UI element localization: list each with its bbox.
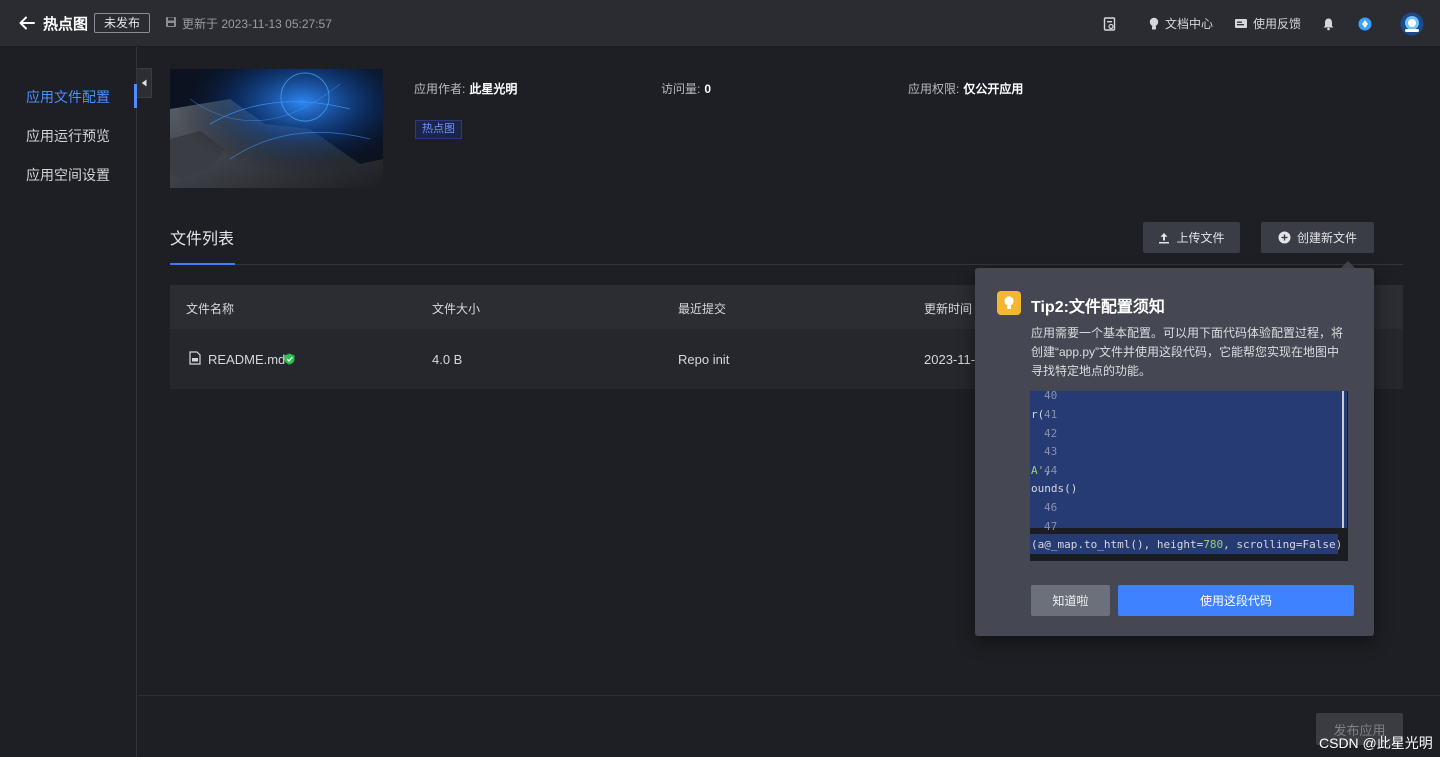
app-title: 热点图 bbox=[43, 16, 89, 33]
code-text-prefix: (a bbox=[1031, 538, 1045, 551]
tip-pointer bbox=[1341, 261, 1355, 268]
top-right-nav: 文档中心 使用反馈 bbox=[1103, 0, 1424, 47]
upload-file-button[interactable]: 上传文件 bbox=[1143, 222, 1240, 253]
code-line-number: 43 bbox=[1044, 445, 1058, 458]
tip-title: Tip2:文件配置须知 bbox=[1031, 299, 1165, 316]
lightbulb-icon bbox=[1149, 17, 1159, 29]
document-icon[interactable] bbox=[1103, 16, 1116, 31]
back-arrow-icon[interactable] bbox=[18, 14, 36, 32]
lightbulb-icon bbox=[997, 291, 1021, 315]
file-name-link[interactable]: README.md bbox=[208, 352, 285, 367]
sidebar-item-run-preview[interactable]: 应用运行预览 bbox=[26, 126, 110, 146]
sidebar: 应用文件配置 应用运行预览 应用空间设置 bbox=[0, 47, 137, 757]
visits-label: 访问量: bbox=[661, 82, 701, 96]
code-line-number: 40 bbox=[1044, 391, 1058, 402]
tip-description: 应用需要一个基本配置。可以用下面代码体验配置过程，将创建“app.py”文件并使… bbox=[1031, 326, 1344, 378]
column-header-size: 文件大小 bbox=[432, 302, 481, 316]
upload-icon bbox=[1159, 232, 1170, 243]
upload-file-label: 上传文件 bbox=[1176, 231, 1225, 245]
section-title-underline bbox=[170, 263, 235, 265]
plus-circle-icon bbox=[1278, 231, 1291, 244]
use-code-button[interactable]: 使用这段代码 bbox=[1118, 585, 1354, 616]
code-text-suffix: , scrolling=False) bbox=[1223, 538, 1343, 551]
author-value: 此星光明 bbox=[469, 82, 518, 96]
watermark: CSDN @此星光明 bbox=[1319, 735, 1433, 751]
code-text: r( bbox=[1031, 408, 1045, 421]
code-line-number: 46 bbox=[1044, 501, 1058, 514]
code-line-number: 47 bbox=[1044, 520, 1058, 533]
status-badge: 未发布 bbox=[94, 13, 151, 33]
code-number: 780 bbox=[1203, 538, 1224, 551]
create-file-button[interactable]: 创建新文件 bbox=[1261, 222, 1374, 253]
caret-left-icon bbox=[141, 79, 147, 87]
code-line-number: 42 bbox=[1044, 427, 1058, 440]
column-header-updated: 更新时间 bbox=[924, 302, 973, 316]
bell-icon[interactable] bbox=[1322, 17, 1335, 31]
file-size: 4.0 B bbox=[432, 352, 463, 367]
column-header-name: 文件名称 bbox=[186, 302, 235, 316]
feedback-label: 使用反馈 bbox=[1253, 17, 1302, 31]
sidebar-item-space-settings[interactable]: 应用空间设置 bbox=[26, 165, 110, 185]
docs-center-label: 文档中心 bbox=[1165, 17, 1214, 31]
sidebar-item-file-config[interactable]: 应用文件配置 bbox=[26, 87, 110, 107]
permission-field: 应用权限: 仅公开应用 bbox=[908, 80, 1023, 97]
permission-value: 仅公开应用 bbox=[963, 82, 1024, 96]
save-icon bbox=[166, 17, 176, 27]
feedback-link[interactable]: 使用反馈 bbox=[1234, 15, 1301, 32]
create-file-label: 创建新文件 bbox=[1296, 231, 1357, 245]
section-divider bbox=[170, 264, 1403, 265]
code-preview[interactable]: 40 r( 41 42 43 A', 44 ounds() 46 47 (a@_… bbox=[1030, 391, 1348, 561]
file-updated-time: 2023-11- bbox=[924, 352, 976, 367]
sidebar-collapse-button[interactable] bbox=[137, 68, 152, 98]
visits-field: 访问量: 0 bbox=[661, 80, 711, 97]
code-text: ounds() bbox=[1031, 482, 1078, 495]
verified-shield-icon bbox=[284, 353, 295, 365]
code-text-call: @_map.to_html(), height= bbox=[1044, 538, 1204, 551]
use-code-label: 使用这段代码 bbox=[1199, 594, 1272, 608]
top-bar: 热点图 未发布 更新于 2023-11-13 05:27:57 文档中心 使用反 bbox=[0, 0, 1440, 47]
code-text: (a@_map.to_html(), height=780, scrolling… bbox=[1031, 538, 1342, 551]
dismiss-tip-label: 知道啦 bbox=[1052, 594, 1089, 608]
dismiss-tip-button[interactable]: 知道啦 bbox=[1031, 585, 1110, 616]
docs-center-link[interactable]: 文档中心 bbox=[1148, 15, 1213, 32]
file-last-commit: Repo init bbox=[678, 352, 730, 367]
column-header-commit: 最近提交 bbox=[678, 302, 727, 316]
author-label: 应用作者: bbox=[414, 82, 466, 96]
permission-label: 应用权限: bbox=[908, 82, 960, 96]
avatar[interactable] bbox=[1400, 12, 1424, 36]
author-field: 应用作者: 此星光明 bbox=[414, 80, 517, 97]
app-tag: 热点图 bbox=[415, 120, 462, 139]
visits-value: 0 bbox=[704, 82, 712, 96]
code-line-number: 44 bbox=[1044, 464, 1058, 477]
code-line-number: 41 bbox=[1044, 408, 1058, 421]
code-scrollbar[interactable] bbox=[1342, 391, 1344, 528]
last-updated-text: 更新于 2023-11-13 05:27:57 bbox=[182, 17, 332, 31]
markdown-file-icon bbox=[189, 351, 201, 365]
theme-toggle-icon[interactable] bbox=[1358, 17, 1372, 31]
tip-popover: Tip2:文件配置须知 应用需要一个基本配置。可以用下面代码体验配置过程，将创建… bbox=[975, 268, 1374, 636]
code-selection bbox=[1030, 391, 1347, 528]
feedback-icon bbox=[1235, 18, 1248, 28]
footer-divider bbox=[138, 695, 1440, 696]
file-list-title: 文件列表 bbox=[170, 231, 235, 248]
app-thumbnail bbox=[170, 69, 383, 188]
